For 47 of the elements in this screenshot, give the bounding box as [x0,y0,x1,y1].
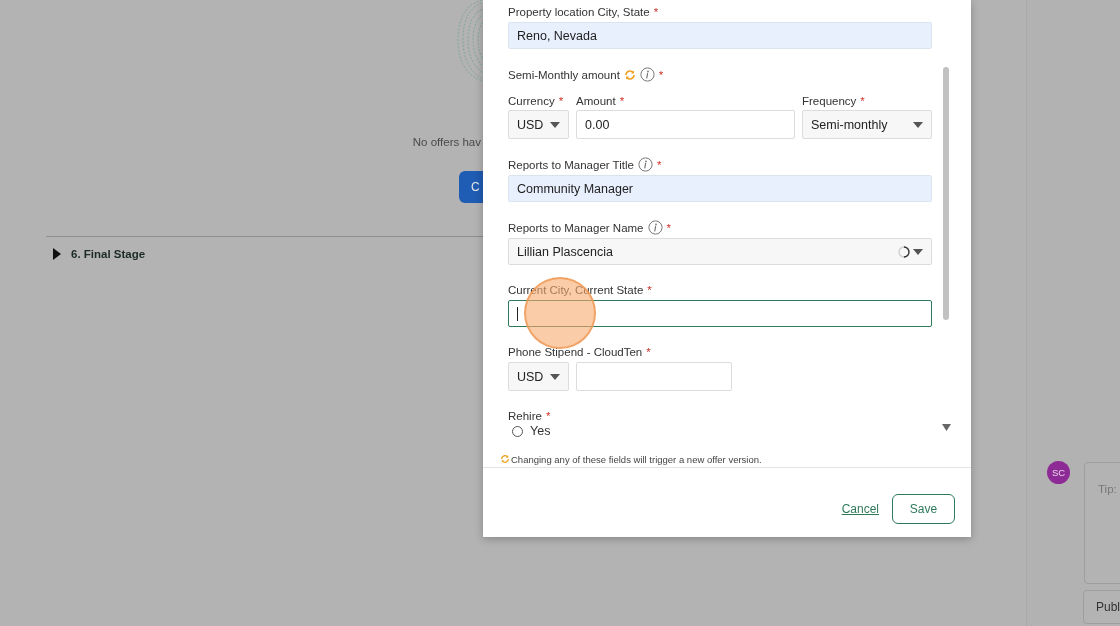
required-mark: * [545,409,551,423]
caret-icon [913,121,923,128]
empty-message: No offers hav [412,136,481,148]
sync-icon [500,454,510,464]
input-field[interactable]: Community Manager [508,175,932,202]
caret-icon [550,373,560,380]
required-mark: * [666,220,671,235]
cancel-link[interactable]: Cancel [841,501,879,516]
required-mark: * [558,95,564,107]
note-text: Changing any of these fields will trigger a new offer version. [511,453,762,465]
field-label: Frequency [802,95,857,107]
input-field[interactable]: Reno, Nevada [508,22,932,49]
input-field[interactable] [508,300,932,327]
field-label: Amount [576,95,616,107]
field-label: Rehire [508,409,542,423]
select-field[interactable]: USD [508,110,569,139]
stage-title[interactable]: 6. Final Stage [71,248,146,260]
required-mark: * [658,67,664,82]
select-field[interactable]: USD [508,362,569,391]
required-mark: * [647,283,652,297]
info-icon[interactable] [639,67,655,82]
scroll-down-icon[interactable] [942,424,951,431]
save-button[interactable]: Save [892,493,955,524]
info-icon[interactable] [637,157,653,172]
field-label: Semi-Monthly amount [508,67,620,82]
caret-icon [550,121,560,128]
field-label: Phone Stipend - CloudTen [508,345,643,359]
field-label: Reports to Manager Name [508,220,644,235]
scrollbar-thumb[interactable] [943,67,949,320]
select-field[interactable]: Lillian Plascencia [508,238,932,265]
create-button[interactable]: C [459,171,483,203]
required-mark: * [656,157,662,172]
caret-icon [913,248,923,255]
info-icon[interactable] [647,220,663,235]
required-mark: * [653,5,659,19]
input-field[interactable]: 0.00 [576,110,795,139]
field-label: Currency [508,95,555,107]
field-label: Reports to Manager Title [508,157,634,172]
expand-arrow-icon[interactable] [53,248,61,260]
select-field[interactable]: Semi-monthly [802,110,932,139]
required-mark: * [860,95,865,107]
option-label[interactable]: Yes [530,424,551,438]
required-mark: * [619,95,625,107]
field-label: Property location City, State [508,5,650,19]
publish-button[interactable]: Publ [1083,590,1120,624]
required-mark: * [646,345,651,359]
user-avatar: SC [1047,461,1070,484]
